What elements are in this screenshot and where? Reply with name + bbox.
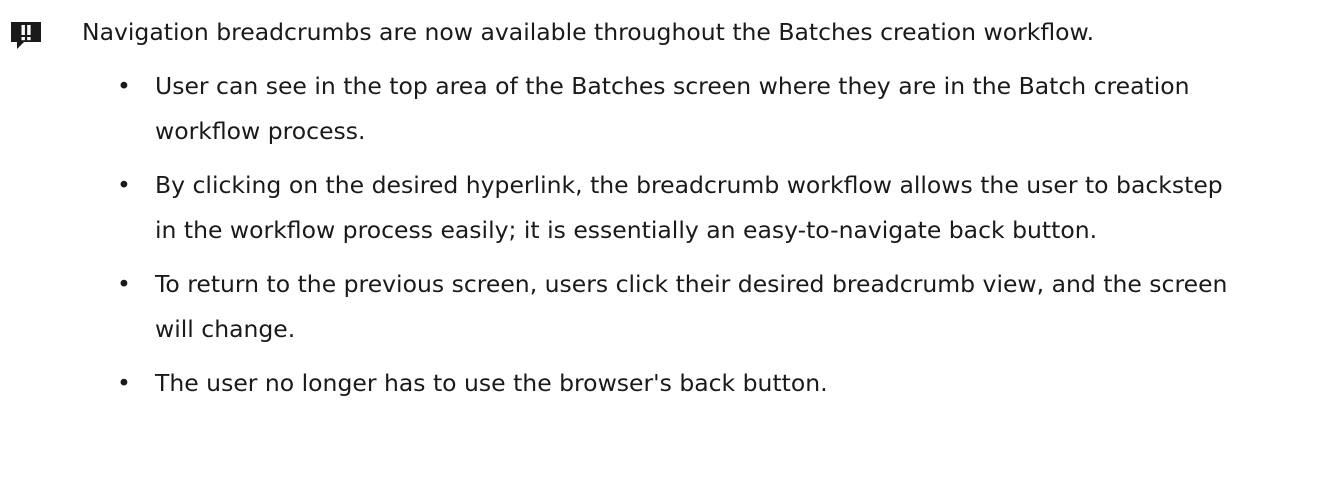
headline-text: Navigation breadcrumbs are now available… (82, 18, 1095, 46)
list-item: • To return to the previous screen, user… (0, 262, 1320, 351)
bullet-glyph: • (117, 270, 131, 298)
list-item: • By clicking on the desired hyperlink, … (0, 163, 1320, 252)
bullet-glyph: • (117, 369, 131, 397)
list-item: • The user no longer has to use the brow… (0, 361, 1320, 406)
release-note: Navigation breadcrumbs are now available… (0, 0, 1320, 397)
bullet-glyph: • (117, 72, 131, 100)
bullet-list: • User can see in the top area of the Ba… (0, 64, 1320, 416)
list-item-text: To return to the previous screen, users … (155, 270, 1228, 343)
bullet-glyph: • (117, 171, 131, 199)
list-item-text: User can see in the top area of the Batc… (155, 72, 1190, 145)
note-headline: Navigation breadcrumbs are now available… (0, 0, 1320, 64)
list-item-text: The user no longer has to use the browse… (155, 369, 828, 397)
list-item-text: By clicking on the desired hyperlink, th… (155, 171, 1223, 244)
list-item: • User can see in the top area of the Ba… (0, 64, 1320, 153)
exclamation-speech-bubble-icon (11, 22, 41, 49)
